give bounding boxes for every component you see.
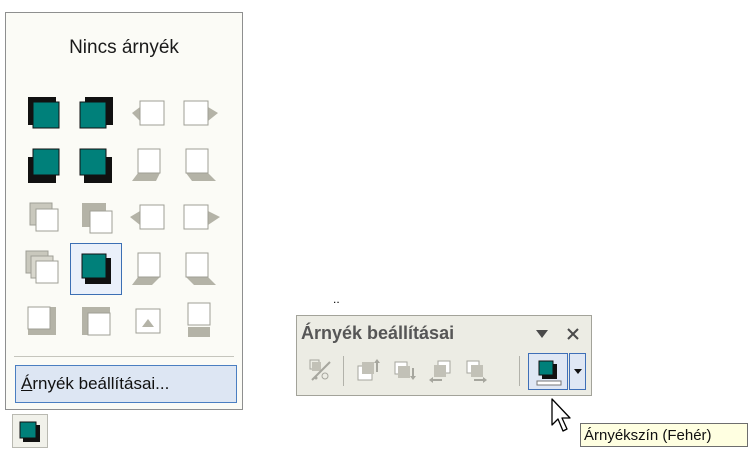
shadow-style-1[interactable]	[18, 87, 70, 139]
shadow-style-12-icon	[183, 204, 220, 230]
shadow-style-4-icon	[183, 100, 218, 126]
shadow-style-18[interactable]	[70, 295, 122, 347]
shadow-style-16[interactable]	[174, 243, 226, 295]
shadow-style-11[interactable]	[122, 191, 174, 243]
no-shadow-option[interactable]: Nincs árnyék	[6, 37, 242, 59]
shadow-style-11-icon	[130, 204, 165, 230]
shadow-style-1-icon	[28, 97, 60, 129]
shadow-style-9[interactable]	[18, 191, 70, 243]
shadow-style-18-icon	[82, 307, 111, 336]
shadow-style-14-icon	[81, 253, 111, 284]
shadow-style-9-icon	[29, 202, 59, 232]
shadow-settings-button[interactable]: Árnyék beállításai...	[15, 365, 237, 403]
shadow-style-14[interactable]	[70, 243, 122, 295]
close-icon[interactable]	[565, 326, 581, 342]
toolbar-title[interactable]: Árnyék beállításai	[301, 323, 454, 344]
shadow-style-icon	[19, 421, 40, 442]
shadow-style-10-icon	[82, 203, 113, 234]
settings-button-label: rnyék beállításai...	[32, 374, 170, 393]
shadow-style-17[interactable]	[18, 295, 70, 347]
shadow-style-12[interactable]	[174, 191, 226, 243]
nudge-shadow-up-icon	[357, 359, 380, 381]
shadow-style-19-icon	[135, 308, 161, 334]
menu-separator	[14, 356, 234, 357]
shadow-style-17-icon	[27, 306, 56, 335]
nudge-shadow-right-button[interactable]	[459, 352, 493, 390]
shadow-style-15[interactable]	[122, 243, 174, 295]
shadow-on-off-button[interactable]	[303, 352, 337, 390]
shadow-style-5-icon	[28, 148, 60, 183]
shadow-color-icon	[536, 360, 562, 386]
shadow-style-20-icon	[187, 302, 211, 337]
nudge-shadow-down-icon	[394, 361, 416, 380]
shadow-style-13[interactable]	[18, 243, 70, 295]
shadow-style-3-icon	[132, 100, 165, 126]
shadow-style-13-icon	[25, 250, 59, 284]
shadow-style-15-icon	[132, 252, 161, 285]
shadow-style-2-icon	[79, 97, 113, 129]
shadow-style-8[interactable]	[174, 139, 226, 191]
toolbar-options-icon[interactable]	[535, 329, 549, 339]
nudge-shadow-up-button[interactable]	[351, 352, 385, 390]
shadow-style-4[interactable]	[174, 87, 226, 139]
shadow-style-2[interactable]	[70, 87, 122, 139]
shadow-on-off-icon	[309, 359, 331, 381]
nudge-shadow-left-button[interactable]	[423, 352, 457, 390]
shadow-settings-toolbar[interactable]: Árnyék beállításai	[296, 315, 592, 396]
shadow-style-19[interactable]	[122, 295, 174, 347]
nudge-shadow-down-button[interactable]	[387, 352, 421, 390]
shadow-color-dropdown[interactable]	[569, 353, 586, 390]
tooltip: Árnyékszín (Fehér)	[580, 423, 748, 447]
shadow-style-toolbar-button[interactable]	[12, 414, 48, 448]
shadow-style-6[interactable]	[70, 139, 122, 191]
shadow-style-16-icon	[185, 252, 216, 285]
shadow-style-5[interactable]	[18, 139, 70, 191]
nudge-shadow-right-icon	[466, 360, 487, 383]
toolbar-separator	[519, 356, 520, 386]
mouse-cursor-icon	[551, 398, 571, 432]
shadow-style-menu: Nincs árnyék Árnyék beállításai...	[5, 12, 243, 410]
shadow-style-10[interactable]	[70, 191, 122, 243]
toolbar-buttons	[297, 352, 591, 392]
settings-accelerator: Á	[21, 374, 33, 393]
shadow-style-6-icon	[79, 148, 112, 183]
shadow-style-7-icon	[132, 148, 161, 181]
shadow-style-8-icon	[185, 148, 216, 181]
stray-mark: ..	[333, 292, 340, 306]
nudge-shadow-left-icon	[429, 360, 451, 383]
shadow-color-button[interactable]	[528, 353, 568, 390]
toolbar-separator	[343, 356, 344, 386]
shadow-style-7[interactable]	[122, 139, 174, 191]
shadow-style-3[interactable]	[122, 87, 174, 139]
shadow-style-20[interactable]	[174, 295, 226, 347]
dropdown-arrow-icon	[574, 369, 582, 374]
